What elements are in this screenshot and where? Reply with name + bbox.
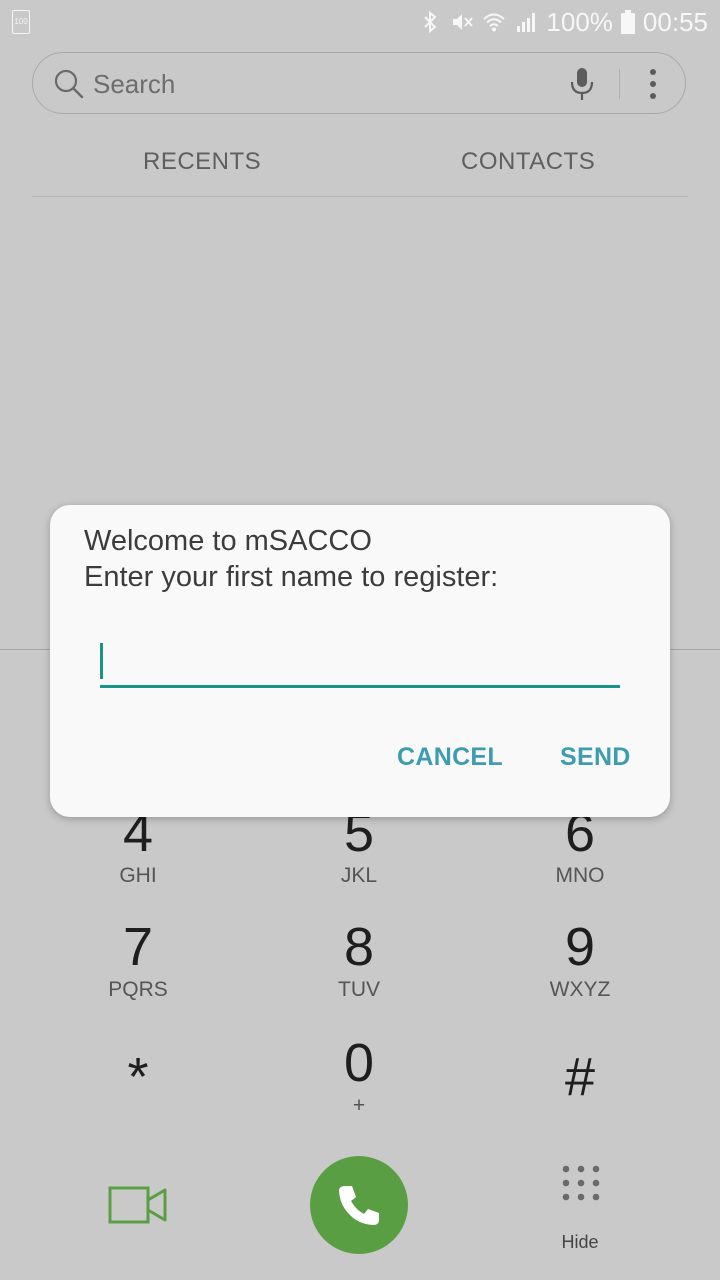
key-9[interactable]: 9 WXYZ [500,920,660,1002]
key-letters: JKL [340,864,378,887]
key-digit: * [127,1047,149,1107]
key-letters: GHI [119,864,157,887]
search-input[interactable]: Search [93,69,175,100]
keypad-grid-icon[interactable] [560,1164,602,1206]
key-letters: + [352,1094,366,1117]
call-button[interactable] [310,1156,408,1254]
clock: 00:55 [642,6,708,37]
first-name-input[interactable] [100,639,620,688]
tab-recents[interactable]: RECENTS [143,148,261,176]
video-call-icon[interactable] [108,1184,168,1226]
status-bar: 100 100% 00:55 [0,0,720,44]
key-letters: PQRS [108,978,168,1001]
more-options-icon[interactable] [645,67,661,101]
status-icons: 100% 00:55 [418,6,708,38]
send-button[interactable]: SEND [560,743,631,772]
dialog-message: Welcome to mSACCO Enter your first name … [84,523,498,595]
key-8[interactable]: 8 TUV [279,920,439,1002]
key-hash[interactable]: # [500,1050,660,1108]
dialog-line-2: Enter your first name to register: [84,561,499,593]
hide-keypad-label[interactable]: Hide [552,1232,608,1253]
key-digit: 7 [122,917,154,977]
tab-bar: RECENTS CONTACTS [32,138,688,197]
mute-vibrate-icon [453,14,474,30]
key-6[interactable]: 6 MNO [500,806,660,888]
key-digit: # [564,1047,596,1107]
key-star[interactable]: * [58,1050,218,1108]
key-5[interactable]: 5 JKL [279,806,439,888]
battery-notification-text: 100 [14,17,28,26]
signal-icon [517,13,536,32]
battery-percent: 100% [546,6,613,37]
search-divider [619,69,620,99]
battery-icon [620,10,635,34]
register-dialog: Welcome to mSACCO Enter your first name … [50,505,670,817]
key-7[interactable]: 7 PQRS [58,920,218,1002]
key-0[interactable]: 0 + [279,1036,439,1118]
key-letters: WXYZ [549,978,611,1001]
key-digit: 0 [343,1033,375,1093]
microphone-icon[interactable] [567,67,597,101]
key-digit: 9 [564,917,596,977]
key-letters: MNO [555,864,605,887]
key-4[interactable]: 4 GHI [58,806,218,888]
search-icon [54,69,84,99]
dialog-line-1: Welcome to mSACCO [84,525,372,557]
battery-notification-icon: 100 [12,10,30,34]
search-bar[interactable]: Search [32,52,686,114]
cancel-button[interactable]: CANCEL [397,743,503,772]
bluetooth-icon [424,10,437,34]
phone-icon [339,1186,379,1225]
key-letters: TUV [338,978,380,1001]
tab-contacts[interactable]: CONTACTS [461,148,595,176]
wifi-icon [483,13,506,32]
text-cursor [100,643,103,679]
key-digit: 8 [343,917,375,977]
